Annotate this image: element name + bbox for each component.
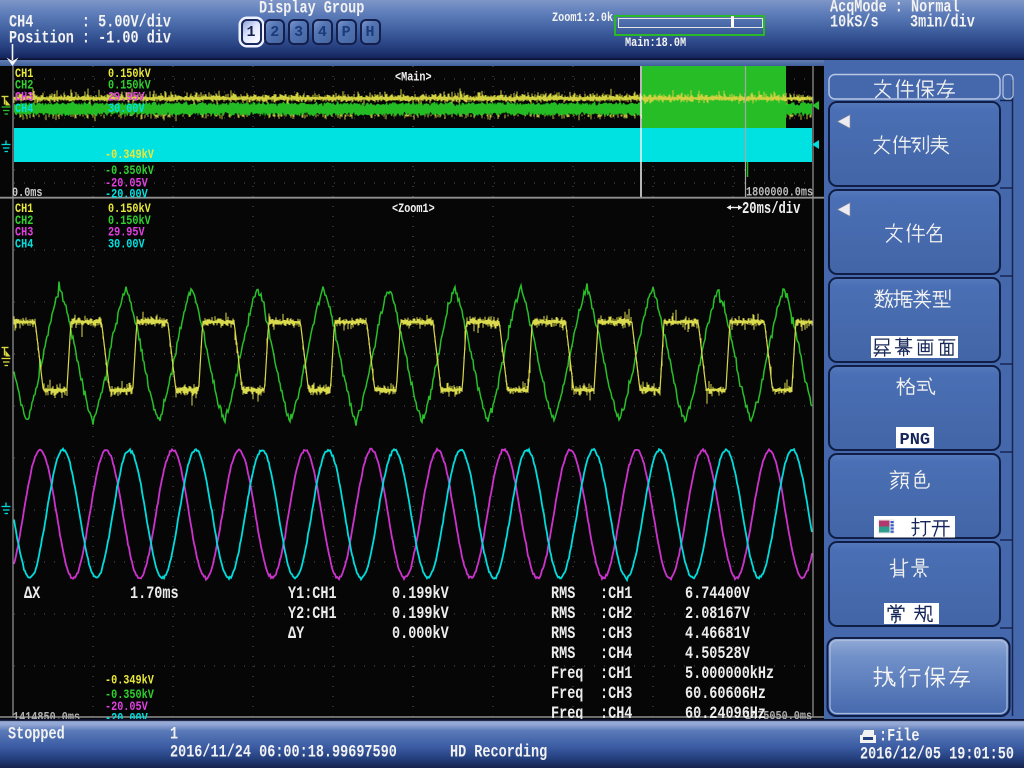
svg-text:ΔY: ΔY [288,625,305,644]
svg-text:-0.349kV: -0.349kV [105,147,154,162]
svg-text::CH1: :CH1 [600,665,632,684]
svg-text:0.000kV: 0.000kV [392,625,449,644]
svg-text:6.74400V: 6.74400V [685,585,750,604]
svg-text:5.000000kHz: 5.000000kHz [685,665,774,684]
svg-text:CH4: CH4 [15,236,33,251]
svg-text:ΔX: ΔX [24,585,41,604]
svg-text::CH2: :CH2 [600,605,632,624]
svg-text:Y1:CH1: Y1:CH1 [288,585,337,604]
svg-text:<Zoom1>: <Zoom1> [392,201,435,216]
svg-text:20ms/div: 20ms/div [742,199,800,218]
svg-text::CH3: :CH3 [600,625,632,644]
svg-text:4.46681V: 4.46681V [685,625,750,644]
svg-text:<Main>: <Main> [395,70,432,85]
svg-text::CH1: :CH1 [600,585,632,604]
svg-text:PNG: PNG [900,431,931,450]
svg-text:0.199kV: 0.199kV [392,585,449,604]
svg-text:1800000.0ms: 1800000.0ms [746,185,813,200]
svg-text:RMS: RMS [551,645,575,664]
svg-text:2.08167V: 2.08167V [685,605,750,624]
svg-text:Freq: Freq [551,705,583,720]
svg-text:60.60606Hz: 60.60606Hz [685,685,766,704]
svg-text:1.70ms: 1.70ms [130,585,179,604]
svg-text::CH3: :CH3 [600,685,632,704]
svg-text:RMS: RMS [551,605,575,624]
svg-text:30.00V: 30.00V [108,236,145,251]
svg-text:4.50528V: 4.50528V [685,645,750,664]
svg-text:0.0ms: 0.0ms [12,185,43,200]
svg-text:30.00V: 30.00V [108,101,145,116]
svg-text::CH4: :CH4 [600,705,632,720]
svg-text:Y2:CH1: Y2:CH1 [288,605,337,624]
svg-text:0.199kV: 0.199kV [392,605,449,624]
svg-text:60.24096Hz: 60.24096Hz [685,705,766,720]
svg-text::CH4: :CH4 [600,645,632,664]
svg-text:-20.00V: -20.00V [105,187,148,202]
svg-text:Freq: Freq [551,685,583,704]
svg-text:CH4: CH4 [15,101,33,116]
svg-text:-0.349kV: -0.349kV [105,673,154,688]
svg-text:Freq: Freq [551,665,583,684]
svg-text:RMS: RMS [551,585,575,604]
svg-text:RMS: RMS [551,625,575,644]
